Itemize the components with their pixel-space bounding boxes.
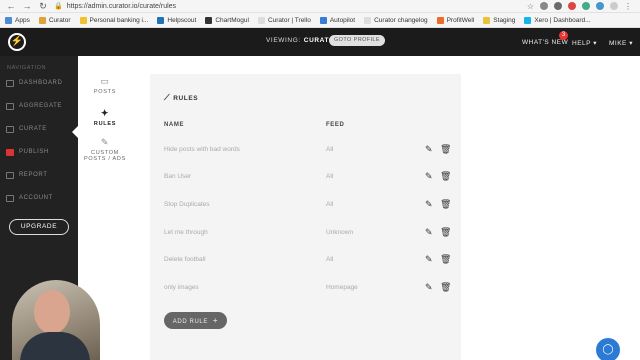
menu-icon[interactable]: ⋮ bbox=[624, 2, 632, 11]
rules-panel: ⟋ RULES NAME FEED Hide posts with bad wor… bbox=[150, 74, 461, 360]
pencil-icon[interactable]: ✎ bbox=[425, 144, 433, 155]
goto-profile-button[interactable]: GOTO PROFILE bbox=[329, 35, 385, 46]
forward-icon[interactable]: → bbox=[22, 1, 32, 11]
wand-icon: ✦ bbox=[100, 108, 110, 118]
back-icon[interactable]: ← bbox=[6, 1, 16, 11]
trash-icon[interactable]: 🗑 bbox=[440, 282, 451, 293]
trash-icon[interactable]: 🗑 bbox=[440, 171, 451, 182]
bookmark-item[interactable]: ProfitWell bbox=[436, 16, 474, 24]
table-row: Ban User All ✎ 🗑 bbox=[150, 171, 461, 185]
chevron-down-icon: ▾ bbox=[593, 40, 597, 47]
chevron-down-icon: ▾ bbox=[629, 40, 633, 47]
bookmark-item[interactable]: ChartMogul bbox=[205, 16, 249, 24]
rule-name: Let me through bbox=[164, 229, 208, 236]
trash-icon[interactable]: 🗑 bbox=[440, 227, 451, 238]
bookmark-item[interactable]: Staging bbox=[483, 16, 515, 24]
sidebar-item-account[interactable]: ACCOUNT bbox=[6, 192, 53, 204]
rule-name: Stop Duplicates bbox=[164, 201, 210, 208]
aggregate-icon bbox=[6, 102, 14, 110]
url-text: https://admin.curator.io/curate/rules bbox=[66, 2, 177, 10]
table-row: Stop Duplicates All ✎ 🗑 bbox=[150, 199, 461, 213]
bookmark-item[interactable]: Curator changelog bbox=[364, 16, 428, 24]
extension-icon[interactable] bbox=[610, 2, 618, 10]
rule-name: only images bbox=[164, 284, 199, 291]
bookmark-item[interactable]: Apps bbox=[5, 16, 30, 24]
submenu-item-custom-posts[interactable]: ✎ CUSTOM POSTS / ADS bbox=[80, 137, 130, 162]
whats-new-link[interactable]: WHAT'S NEW bbox=[522, 39, 568, 46]
trash-icon[interactable]: 🗑 bbox=[440, 254, 451, 265]
column-header-feed: FEED bbox=[326, 122, 345, 128]
app-header: ⚡ VIEWING: CURATOR GOTO PROFILE WHAT'S NE… bbox=[0, 28, 640, 56]
table-row: only images Homepage ✎ 🗑 bbox=[150, 282, 461, 296]
table-row: Delete football All ✎ 🗑 bbox=[150, 254, 461, 268]
bookmark-item[interactable]: Helpscout bbox=[157, 16, 196, 24]
extension-icon[interactable] bbox=[568, 2, 576, 10]
curator-logo-icon[interactable]: ⚡ bbox=[8, 33, 26, 51]
upgrade-button[interactable]: UPGRADE bbox=[9, 219, 69, 235]
wand-icon: ⟋ bbox=[164, 93, 171, 102]
sidebar-item-curate[interactable]: CURATE bbox=[6, 123, 47, 135]
bookmark-item[interactable]: Personal banking i... bbox=[79, 16, 148, 24]
column-header-name: NAME bbox=[164, 122, 185, 128]
pencil-icon[interactable]: ✎ bbox=[425, 227, 433, 238]
pencil-icon[interactable]: ✎ bbox=[425, 282, 433, 293]
trash-icon[interactable]: 🗑 bbox=[440, 199, 451, 210]
sidebar-section-label: NAVIGATION bbox=[7, 65, 47, 71]
posts-icon: ▭ bbox=[100, 76, 110, 86]
pencil-icon[interactable]: ✎ bbox=[425, 254, 433, 265]
user-menu[interactable]: MIKE ▾ bbox=[609, 39, 633, 47]
chat-bubble-icon[interactable]: ◯ bbox=[596, 338, 620, 360]
plus-icon: + bbox=[212, 316, 219, 325]
extension-icon[interactable] bbox=[554, 2, 562, 10]
sidebar-item-aggregate[interactable]: AGGREGATE bbox=[6, 100, 62, 112]
rule-feed: All bbox=[326, 173, 334, 180]
add-rule-button[interactable]: ADD RULE + bbox=[164, 312, 227, 329]
submenu-item-rules[interactable]: ✦ RULES bbox=[80, 108, 130, 127]
publish-icon bbox=[6, 148, 14, 156]
rule-feed: Unknown bbox=[326, 229, 354, 236]
pencil-icon[interactable]: ✎ bbox=[425, 199, 433, 210]
rule-feed: All bbox=[326, 256, 334, 263]
help-menu[interactable]: HELP ▾ bbox=[572, 39, 597, 47]
table-row: Hide posts with bad words All ✎ 🗑 bbox=[150, 144, 461, 158]
star-icon[interactable]: ☆ bbox=[527, 2, 534, 11]
sidebar-item-publish[interactable]: PUBLISH bbox=[6, 146, 49, 158]
bookmark-item[interactable]: Autopilot bbox=[319, 16, 355, 24]
curate-icon bbox=[6, 125, 14, 133]
account-icon bbox=[6, 194, 14, 202]
bookmark-item[interactable]: Curator | Trello bbox=[257, 16, 311, 24]
submenu-item-posts[interactable]: ▭ POSTS bbox=[80, 76, 130, 95]
extension-icon[interactable] bbox=[582, 2, 590, 10]
edit-square-icon: ✎ bbox=[100, 137, 110, 147]
notification-badge: 3 bbox=[559, 31, 568, 40]
report-icon bbox=[6, 171, 14, 179]
rule-name: Hide posts with bad words bbox=[164, 146, 240, 153]
webcam-overlay bbox=[12, 280, 100, 360]
address-bar[interactable]: 🔒 https://admin.curator.io/curate/rules bbox=[54, 1, 521, 11]
presenter-shirt bbox=[20, 332, 90, 360]
trash-icon[interactable]: 🗑 bbox=[440, 144, 451, 155]
panel-title: ⟋ RULES bbox=[164, 93, 199, 102]
rule-feed: All bbox=[326, 146, 334, 153]
sidebar-item-dashboard[interactable]: DASHBOARD bbox=[6, 77, 62, 89]
extension-icon[interactable] bbox=[540, 2, 548, 10]
active-indicator bbox=[72, 126, 78, 138]
bookmark-item[interactable]: Curator bbox=[38, 16, 71, 24]
table-row: Let me through Unknown ✎ 🗑 bbox=[150, 227, 461, 241]
rule-feed: All bbox=[326, 201, 334, 208]
reload-icon[interactable]: ↻ bbox=[38, 1, 48, 12]
browser-toolbar: ← → ↻ 🔒 https://admin.curator.io/curate/… bbox=[0, 0, 640, 13]
bookmark-item[interactable]: Xero | Dashboard... bbox=[524, 16, 591, 24]
rule-name: Delete football bbox=[164, 256, 206, 263]
extension-icon[interactable] bbox=[596, 2, 604, 10]
rule-name: Ban User bbox=[164, 173, 192, 180]
dashboard-icon bbox=[6, 79, 14, 87]
pencil-icon[interactable]: ✎ bbox=[425, 171, 433, 182]
sidebar-item-report[interactable]: REPORT bbox=[6, 169, 48, 181]
presenter-face bbox=[34, 290, 70, 334]
rule-feed: Homepage bbox=[326, 284, 358, 291]
lock-icon: 🔒 bbox=[54, 3, 63, 10]
bookmarks-bar: Apps Curator Personal banking i... Helps… bbox=[0, 13, 640, 28]
